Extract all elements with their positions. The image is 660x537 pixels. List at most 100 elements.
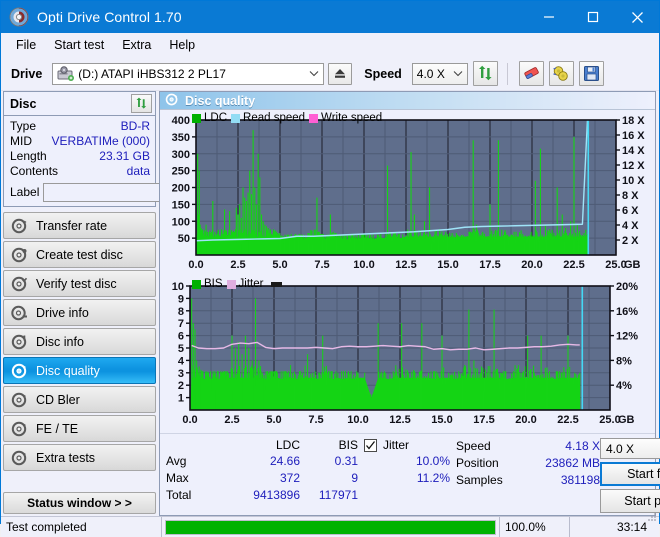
sidebar-item-disc-quality[interactable]: Disc quality: [3, 357, 156, 384]
sidebar: Disc Type BD-R MID VERBATIMe (000) Lengt…: [1, 91, 248, 516]
disc-test-icon: [11, 363, 28, 379]
sidebar-item-cd-bler[interactable]: CD Bler: [3, 386, 156, 413]
sidebar-item-drive-info[interactable]: Drive info: [3, 299, 156, 326]
svg-text:1: 1: [178, 393, 184, 405]
svg-text:2.5: 2.5: [224, 414, 239, 426]
sidebar-item-create-test-disc[interactable]: Create test disc: [3, 241, 156, 268]
progress-percent: 100.0%: [499, 517, 569, 537]
jitter-label: Jitter: [383, 438, 410, 452]
svg-text:200: 200: [172, 183, 190, 195]
svg-text:8: 8: [178, 306, 184, 318]
disc-type-label: Type: [10, 119, 37, 133]
chevron-down-icon: [449, 70, 467, 77]
svg-text:6: 6: [178, 331, 184, 343]
legend-label: BIS: [204, 278, 223, 290]
menu-help[interactable]: Help: [160, 35, 204, 55]
svg-text:5.0: 5.0: [272, 259, 287, 271]
scale-marker-icon: [271, 281, 283, 287]
test-speed-select[interactable]: 4.0 X: [600, 438, 660, 459]
sidebar-item-transfer-rate[interactable]: Transfer rate: [3, 212, 156, 239]
app-window: Opti Drive Control 1.70 File Start test …: [0, 0, 660, 537]
refresh-button[interactable]: [472, 61, 498, 86]
settings-button[interactable]: [548, 61, 574, 86]
svg-text:15.0: 15.0: [431, 414, 452, 426]
svg-text:250: 250: [172, 166, 190, 178]
disc-info-panel: Disc Type BD-R MID VERBATIMe (000) Lengt…: [3, 91, 248, 207]
menu-start-test[interactable]: Start test: [45, 35, 113, 55]
legend-bis: BIS: [192, 278, 223, 290]
svg-text:0.0: 0.0: [182, 414, 197, 426]
svg-text:20.0: 20.0: [521, 259, 542, 271]
jitter-max-value: 11.2%: [416, 471, 450, 485]
jitter-toggle[interactable]: Jitter: [364, 438, 456, 453]
stats-header-row: LDC BIS: [166, 438, 364, 453]
svg-text:15.0: 15.0: [437, 259, 458, 271]
start-full-button[interactable]: Start full: [600, 462, 660, 486]
stats-avg-ldc: 24.66: [269, 454, 300, 468]
disc-contents-value: data: [126, 164, 150, 178]
svg-text:12%: 12%: [616, 331, 638, 343]
speed-label: Speed: [364, 66, 402, 81]
resize-grip[interactable]: [647, 511, 657, 521]
svg-text:10 X: 10 X: [622, 175, 645, 187]
start-part-button[interactable]: Start part: [600, 489, 660, 513]
stats-max-ldc: 372: [279, 471, 300, 485]
legend-write-speed: Write speed: [309, 112, 382, 124]
speed-key: Speed: [456, 439, 491, 453]
svg-text:12.5: 12.5: [389, 414, 410, 426]
sidebar-label: Drive info: [36, 305, 89, 320]
drive-select[interactable]: (D:) ATAPI iHBS312 2 PL17: [52, 62, 325, 85]
elapsed-time: 33:14: [569, 517, 659, 537]
sidebar-label: CD Bler: [36, 392, 80, 407]
eject-button[interactable]: [328, 62, 353, 85]
samples-value: 381198: [560, 473, 600, 487]
disc-refresh-button[interactable]: [131, 94, 152, 113]
chart-ldc-plot: 50 100 150 200 250 300 350 400 2 X 4 X 6 X 8 X 10 X 1…: [172, 115, 646, 271]
legend-label: Read speed: [243, 112, 306, 124]
menu-extra[interactable]: Extra: [113, 35, 160, 55]
sidebar-item-extra-tests[interactable]: Extra tests: [3, 444, 156, 471]
legend-ldc: LDC: [192, 112, 227, 124]
stats-col-ldc: LDC: [275, 438, 300, 452]
maximize-button[interactable]: [571, 1, 615, 33]
svg-text:16 X: 16 X: [622, 130, 645, 142]
svg-text:10.0: 10.0: [347, 414, 368, 426]
svg-text:2.5: 2.5: [230, 259, 245, 271]
svg-text:18 X: 18 X: [622, 115, 645, 127]
svg-text:5.0: 5.0: [266, 414, 281, 426]
jitter-checkbox[interactable]: [364, 439, 377, 452]
svg-text:350: 350: [172, 132, 190, 144]
minimize-button[interactable]: [527, 1, 571, 33]
disc-test-icon: [11, 334, 28, 350]
svg-text:GB: GB: [624, 259, 641, 271]
speed-select[interactable]: 4.0 X: [411, 62, 468, 85]
svg-text:300: 300: [172, 149, 190, 161]
page-title: Disc quality: [185, 93, 256, 108]
disc-panel-header: Disc: [4, 92, 155, 116]
legend-label: LDC: [204, 112, 228, 124]
svg-text:20%: 20%: [616, 281, 638, 293]
menu-bar: File Start test Extra Help: [1, 33, 659, 57]
svg-text:2 X: 2 X: [622, 235, 639, 247]
svg-text:150: 150: [172, 199, 190, 211]
legend-label: Write speed: [321, 112, 383, 124]
svg-text:50: 50: [178, 233, 190, 245]
chevron-down-icon: [305, 70, 323, 77]
status-window-button[interactable]: Status window > >: [3, 492, 156, 514]
eject-icon: [335, 69, 346, 78]
sidebar-item-disc-info[interactable]: Disc info: [3, 328, 156, 355]
legend-read-speed: Read speed: [231, 112, 305, 124]
disc-icon: [9, 7, 29, 27]
save-button[interactable]: [578, 61, 604, 86]
sidebar-item-verify-test-disc[interactable]: Verify test disc: [3, 270, 156, 297]
svg-text:8%: 8%: [616, 355, 632, 367]
erase-button[interactable]: [518, 61, 544, 86]
chart-ldc: LDC Read speed Write speed 50 100 150 200 25…: [162, 112, 653, 278]
legend-swatch: [309, 113, 319, 123]
svg-text:GB: GB: [618, 414, 635, 426]
menu-file[interactable]: File: [7, 35, 45, 55]
stats-total-bis: 117971: [318, 488, 358, 502]
close-button[interactable]: [615, 1, 659, 33]
sidebar-item-fe-te[interactable]: FE / TE: [3, 415, 156, 442]
